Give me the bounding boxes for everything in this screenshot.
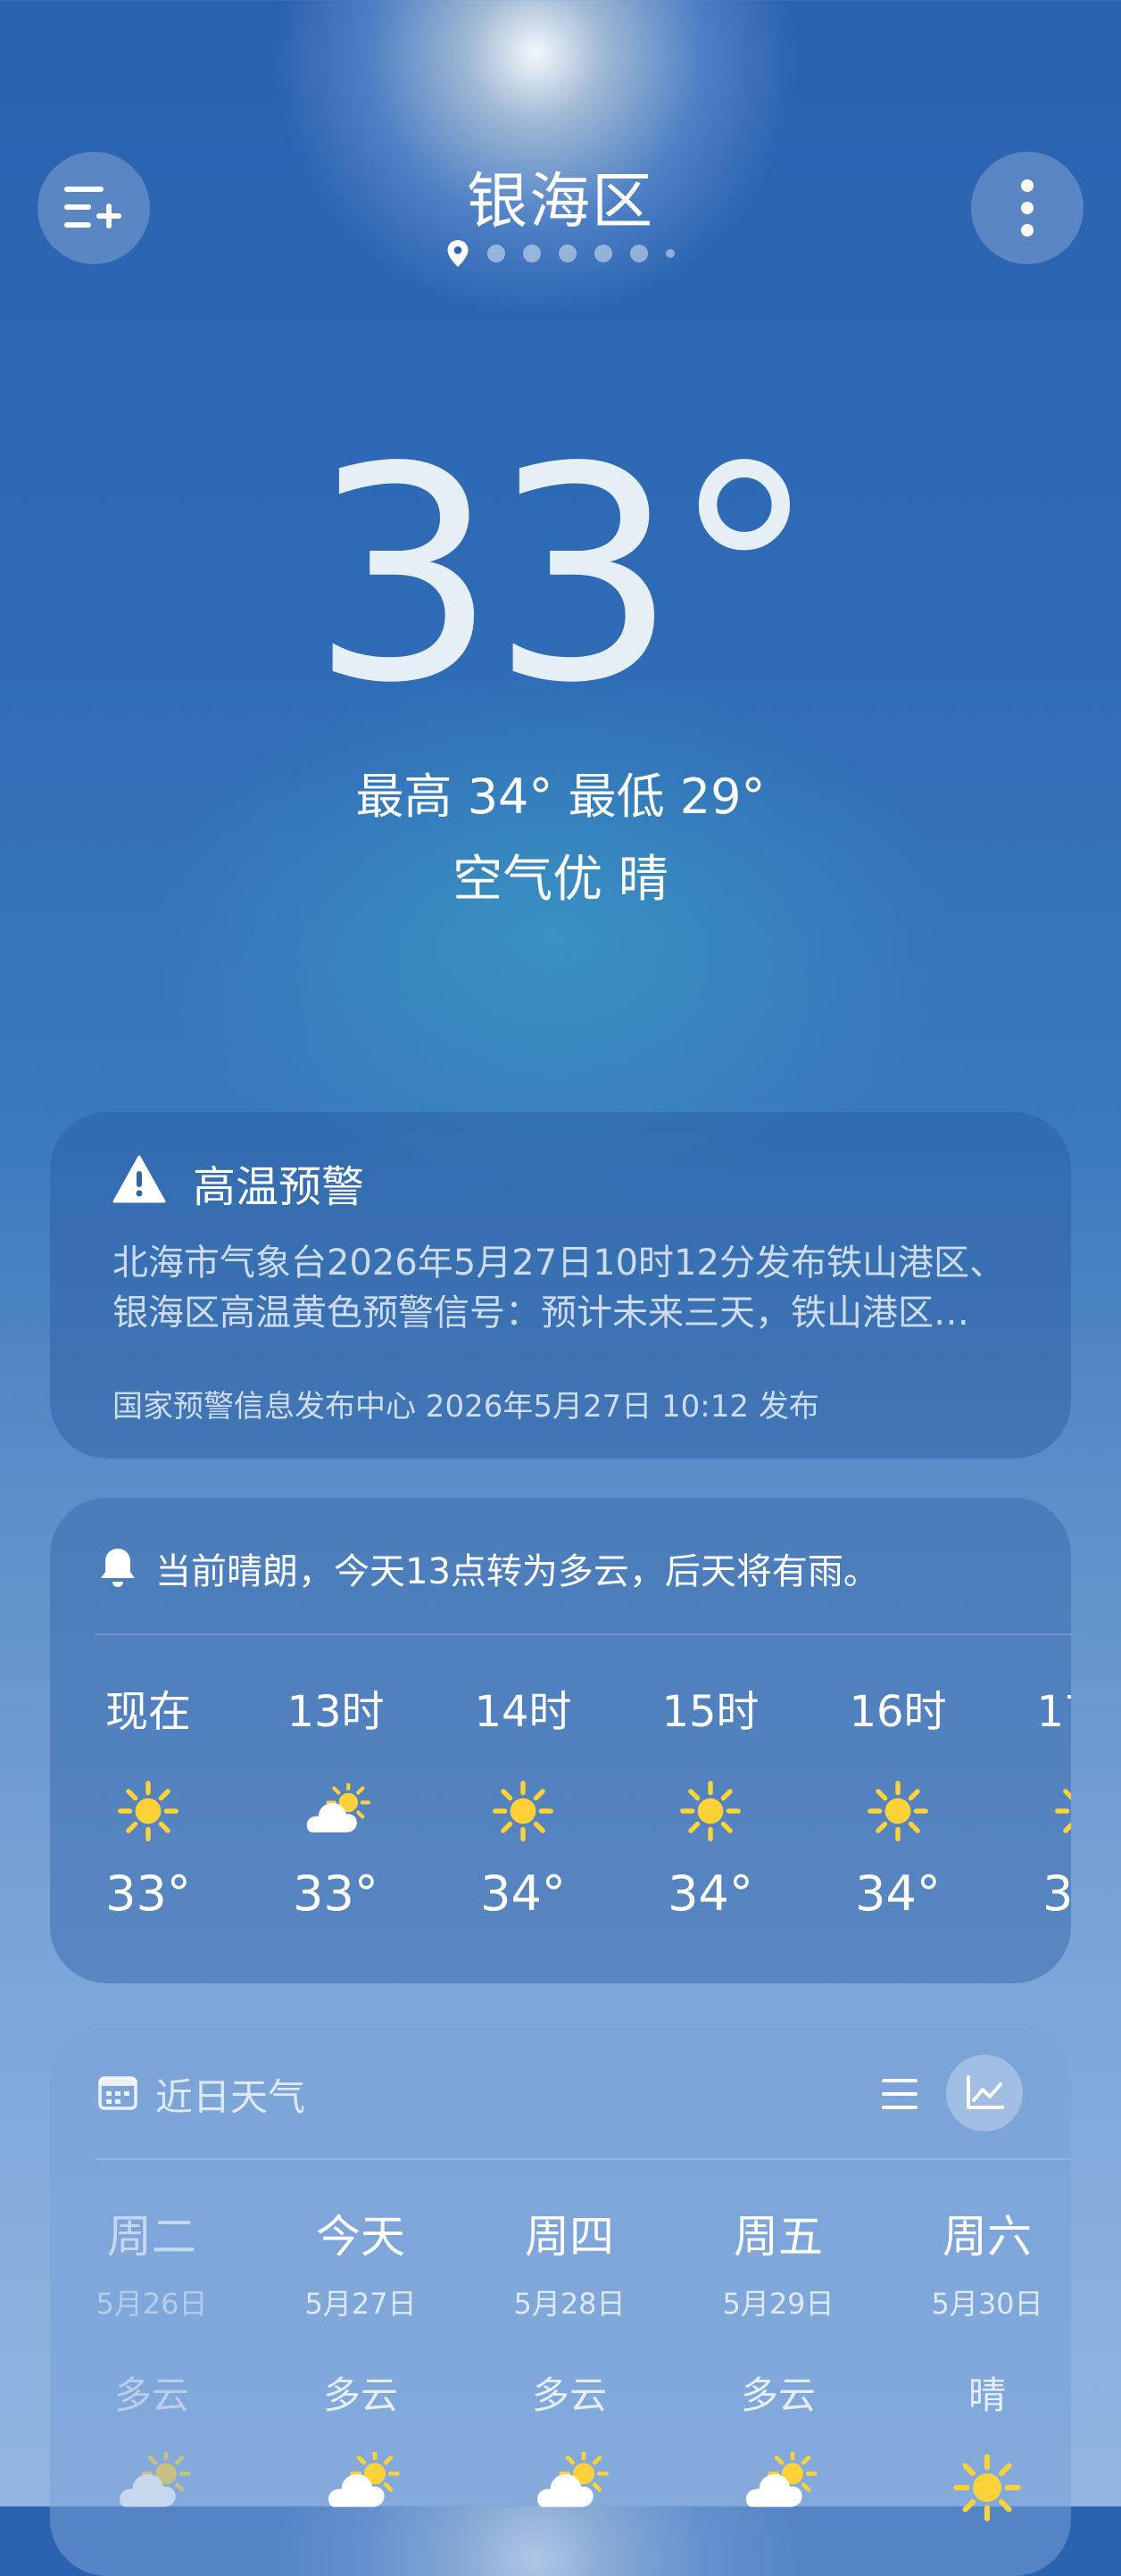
- hour-label: 17时: [1036, 1687, 1071, 1737]
- hour-temperature: 33°: [105, 1866, 191, 1922]
- hour-label: 14时: [474, 1687, 572, 1737]
- more-options-button[interactable]: [971, 152, 1084, 264]
- sun-icon: [1014, 1762, 1071, 1860]
- hour-label: 16时: [849, 1687, 947, 1737]
- hourly-item: 16时 34°: [826, 1676, 969, 1922]
- location-pin-icon: [447, 240, 469, 267]
- list-icon: [882, 2079, 918, 2109]
- hourly-forecast-card[interactable]: 当前晴朗，今天13点转为多云，后天将有雨。 现在 33° 13时 33° 14时 34°…: [50, 1498, 1071, 1983]
- day-date: 5月28日: [513, 2287, 626, 2321]
- day-label: 今天: [316, 2211, 405, 2263]
- hour-temperature: 34°: [480, 1866, 566, 1922]
- sun-icon: [452, 1762, 594, 1860]
- list-view-button[interactable]: [873, 2067, 926, 2121]
- day-date: 5月29日: [722, 2287, 835, 2321]
- hourly-item: 14时 34°: [452, 1676, 594, 1922]
- hour-temperature: 34°: [855, 1866, 941, 1922]
- page-dot: [666, 249, 675, 258]
- daily-item[interactable]: 周六 5月30日晴: [898, 2201, 1071, 2523]
- page-dot: [523, 245, 541, 262]
- day-label: 周五: [734, 2211, 823, 2263]
- high-low-temperature: 最高 34° 最低 29°: [355, 769, 766, 825]
- hour-label: 现在: [104, 1687, 191, 1737]
- calendar-icon: [98, 2076, 137, 2110]
- hour-temperature: 33°: [293, 1866, 378, 1922]
- daily-item[interactable]: 周二 5月26日多云: [62, 2201, 241, 2514]
- more-vertical-icon: [1021, 179, 1034, 237]
- daily-item[interactable]: 周四 5月28日多云: [480, 2201, 659, 2514]
- sun-icon: [77, 1762, 220, 1860]
- day-label: 周二: [107, 2211, 196, 2263]
- air-quality-condition[interactable]: 空气优 晴: [0, 839, 1121, 911]
- line-chart-icon: [967, 2075, 1004, 2109]
- day-label: 周四: [525, 2211, 614, 2263]
- page-indicator: [0, 239, 1121, 268]
- page-dot: [594, 245, 612, 262]
- divider: [95, 2158, 1071, 2160]
- heat-alert-card[interactable]: 高温预警 北海市气象台2026年5月27日10时12分发布铁山港区、 银海区高温…: [50, 1112, 1071, 1458]
- daily-item[interactable]: 周五 5月29日多云: [689, 2201, 868, 2514]
- city-name: 银海区: [466, 167, 654, 237]
- page-dot: [487, 245, 505, 262]
- day-date: 5月26日: [95, 2287, 208, 2321]
- alert-title: 高温预警: [193, 1162, 365, 1212]
- divider: [95, 1633, 1071, 1635]
- day-condition: 多云: [322, 2373, 398, 2417]
- hourly-item: 现在 33°: [77, 1676, 220, 1922]
- alert-text-line-1: 北海市气象台2026年5月27日10时12分发布铁山港区、: [112, 1242, 1005, 1284]
- partly-cloudy-icon: [264, 1762, 407, 1860]
- hour-temperature: 34°: [1042, 1866, 1071, 1922]
- current-temperature: 33°: [310, 404, 818, 747]
- partly-cloudy-icon: [480, 2452, 659, 2514]
- hour-temperature: 34°: [668, 1866, 753, 1922]
- bell-icon: [101, 1549, 135, 1587]
- hourly-item: 17时 34°: [1014, 1676, 1071, 1922]
- day-condition: 多云: [531, 2373, 607, 2417]
- partly-cloudy-icon: [271, 2452, 450, 2514]
- partly-cloudy-icon: [62, 2452, 241, 2514]
- chart-view-button[interactable]: [946, 2055, 1023, 2131]
- hourly-item: 13时 33°: [264, 1676, 407, 1922]
- alert-text-line-2: 银海区高温黄色预警信号：预计未来三天，铁山港区…: [112, 1292, 969, 1334]
- daily-item[interactable]: 今天 5月27日多云: [271, 2201, 450, 2514]
- day-condition: 晴: [967, 2373, 1006, 2417]
- hourly-item: 15时 34°: [639, 1676, 782, 1922]
- hour-label: 15时: [661, 1687, 760, 1737]
- sun-icon: [639, 1762, 782, 1860]
- day-date: 5月30日: [931, 2287, 1043, 2321]
- day-label: 周六: [942, 2211, 1032, 2263]
- day-date: 5月27日: [304, 2287, 417, 2321]
- day-condition: 多云: [113, 2373, 189, 2417]
- daily-forecast-card[interactable]: 近日天气 周二 5月26日多云 今天 5月27日多云 周四 5月28日多云 周五 5月2…: [50, 2023, 1071, 2576]
- alert-source: 国家预警信息发布中心 2026年5月27日 10:12 发布: [112, 1389, 819, 1425]
- sun-icon: [898, 2452, 1071, 2523]
- page-dot: [559, 245, 577, 262]
- sun-icon: [826, 1762, 969, 1860]
- day-condition: 多云: [740, 2373, 816, 2417]
- partly-cloudy-icon: [689, 2452, 868, 2514]
- hourly-summary: 当前晴朗，今天13点转为多云，后天将有雨。: [155, 1551, 879, 1592]
- page-dot: [630, 245, 648, 262]
- hour-label: 13时: [286, 1687, 385, 1737]
- daily-title: 近日天气: [155, 2075, 306, 2119]
- warning-triangle-icon: [112, 1155, 166, 1203]
